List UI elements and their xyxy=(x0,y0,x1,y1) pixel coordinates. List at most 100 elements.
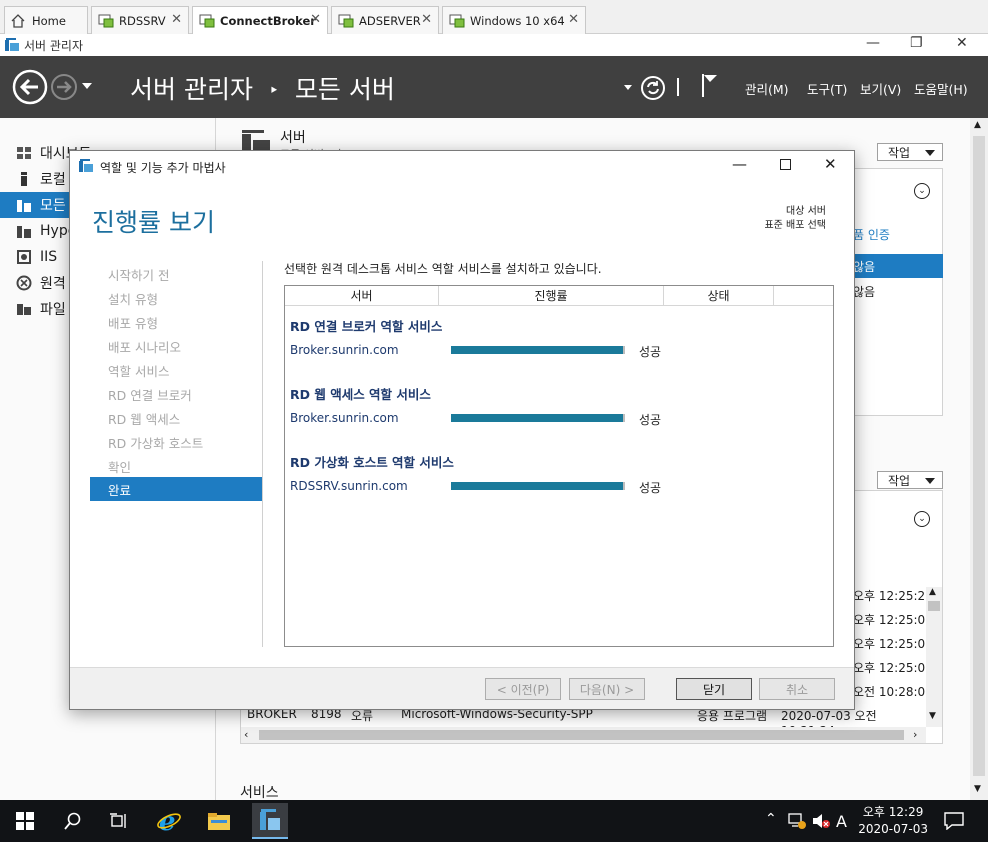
vm-icon xyxy=(449,14,465,28)
vm-icon xyxy=(199,14,215,28)
scroll-right-icon[interactable]: › xyxy=(913,728,917,741)
server-name: Broker.sunrin.com xyxy=(290,343,399,357)
minimize-button[interactable]: — xyxy=(732,155,747,173)
tab-rdssrv[interactable]: RDSSRV ✕ xyxy=(91,6,189,34)
column-header-status[interactable]: 상태 xyxy=(664,286,774,306)
start-button[interactable] xyxy=(12,808,38,834)
scroll-down-icon[interactable]: ▼ xyxy=(974,784,981,794)
scroll-thumb[interactable] xyxy=(928,601,940,611)
back-button[interactable] xyxy=(12,69,48,108)
scroll-thumb[interactable] xyxy=(259,730,904,740)
nav-label: IIS xyxy=(40,249,58,265)
step-item: 설치 유형 xyxy=(108,292,158,307)
ime-indicator[interactable]: A xyxy=(836,812,847,831)
chevron-down-icon xyxy=(925,478,935,484)
expand-icon[interactable]: ⌄ xyxy=(914,183,930,199)
chevron-down-icon xyxy=(925,150,935,156)
events-vscrollbar[interactable]: ▲ ▼ xyxy=(926,587,942,727)
server-name: RDSSRV.sunrin.com xyxy=(290,479,408,493)
column-header-progress[interactable]: 진행률 xyxy=(439,286,664,306)
flag-icon[interactable] xyxy=(700,72,720,101)
menu-manage[interactable]: 관리(M) xyxy=(745,79,789,98)
status-text: 성공 xyxy=(639,481,662,495)
breadcrumb-separator: ‣ xyxy=(268,81,279,101)
tab-label: Home xyxy=(32,13,66,28)
main-vscrollbar[interactable]: ▲ ▼ xyxy=(970,118,988,800)
step-item-current[interactable]: 완료 xyxy=(90,477,262,501)
close-icon[interactable]: ✕ xyxy=(421,12,432,27)
scroll-up-icon[interactable]: ▲ xyxy=(929,587,936,597)
server-manager-titlebar: 서버 관리자 — ❐ ✕ xyxy=(0,34,988,56)
restore-button[interactable]: ❐ xyxy=(910,35,923,51)
event-time: 오후 12:25:07 xyxy=(853,637,933,651)
close-icon[interactable]: ✕ xyxy=(171,12,182,27)
dialog-titlebar: 역할 및 기능 추가 마법사 — ✕ xyxy=(70,151,854,181)
clock-date: 2020-07-03 xyxy=(858,822,928,836)
event-time: 오후 12:25:07 xyxy=(853,661,933,675)
minimize-button[interactable]: — xyxy=(866,35,880,51)
wizard-icon xyxy=(78,158,94,177)
tab-label: RDSSRV xyxy=(119,13,166,28)
server-name: Broker.sunrin.com xyxy=(290,411,399,425)
column-header-server[interactable]: 서버 xyxy=(285,286,439,306)
menu-help[interactable]: 도움말(H) xyxy=(914,79,968,98)
history-dropdown-icon[interactable] xyxy=(82,83,92,89)
breadcrumb-root[interactable]: 서버 관리자 xyxy=(130,75,253,104)
event-time: 오전 10:28:02 xyxy=(853,685,933,699)
event-time: 오후 12:25:22 xyxy=(853,589,933,603)
task-view-icon[interactable] xyxy=(106,808,132,834)
next-button[interactable]: 다음(N) > xyxy=(569,678,645,700)
menu-view[interactable]: 보기(V) xyxy=(860,79,901,98)
server-manager-taskbar-icon[interactable] xyxy=(252,803,288,839)
taskbar: e ⌃ A 오후 12:29 2020-07-03 xyxy=(0,800,988,842)
status-text: 성공 xyxy=(639,345,662,359)
cancel-button[interactable]: 취소 xyxy=(759,678,835,700)
search-icon[interactable] xyxy=(60,808,86,834)
scroll-down-icon[interactable]: ▼ xyxy=(929,711,936,721)
services-heading: 서비스 xyxy=(240,785,279,801)
notification-dropdown-icon[interactable] xyxy=(624,85,632,90)
file-storage-icon xyxy=(16,301,32,317)
events-hscrollbar[interactable]: ‹ › xyxy=(241,727,926,743)
close-button[interactable]: ✕ xyxy=(824,155,837,173)
refresh-icon[interactable] xyxy=(640,75,666,104)
column-label: 진행률 xyxy=(534,289,568,303)
network-icon[interactable] xyxy=(788,813,806,832)
role-group-title: RD 웹 액세스 역할 서비스 xyxy=(290,387,431,402)
file-explorer-icon[interactable] xyxy=(206,808,232,834)
vm-icon xyxy=(98,14,114,28)
step-item: RD 연결 브로커 xyxy=(108,388,192,403)
volume-muted-icon[interactable] xyxy=(812,813,830,832)
close-dialog-button[interactable]: 닫기 xyxy=(676,678,752,700)
tab-windows10[interactable]: Windows 10 x64 ✕ xyxy=(442,6,586,34)
expand-icon[interactable]: ⌄ xyxy=(914,511,930,527)
menu-tools[interactable]: 도구(T) xyxy=(807,79,847,98)
system-clock[interactable]: 오후 12:29 2020-07-03 xyxy=(858,804,928,838)
header-divider xyxy=(677,78,679,96)
activation-column-header[interactable]: 품 인증 xyxy=(853,226,890,243)
scroll-thumb[interactable] xyxy=(973,136,985,776)
maximize-button[interactable] xyxy=(780,159,791,170)
progress-bar xyxy=(451,482,625,490)
scroll-left-icon[interactable]: ‹ xyxy=(244,728,248,741)
servers-heading: 서버 xyxy=(280,130,306,146)
tab-home[interactable]: Home xyxy=(4,6,88,34)
tab-label: ADSERVER xyxy=(359,13,421,28)
task-button-events[interactable]: 작업 xyxy=(877,471,943,489)
server-manager-header: 서버 관리자 ‣ 모든 서버 관리(M) 도구(T) 보기(V) 도움말(H) xyxy=(0,56,988,118)
task-button-servers[interactable]: 작업 xyxy=(877,143,943,161)
tab-adserver[interactable]: ADSERVER ✕ xyxy=(331,6,439,34)
close-icon[interactable]: ✕ xyxy=(568,12,579,27)
close-button[interactable]: ✕ xyxy=(956,35,968,51)
tab-connectbroker[interactable]: ConnectBroker ✕ xyxy=(192,6,328,34)
internet-explorer-icon[interactable]: e xyxy=(156,808,182,834)
tray-chevron-up-icon[interactable]: ⌃ xyxy=(765,811,777,827)
intro-text: 선택한 원격 데스크톱 서비스 역할 서비스를 설치하고 있습니다. xyxy=(284,262,602,276)
close-icon[interactable]: ✕ xyxy=(310,12,321,27)
step-divider xyxy=(262,261,263,647)
notifications-icon[interactable] xyxy=(944,812,964,833)
prev-button[interactable]: < 이전(P) xyxy=(485,678,561,700)
tab-label: ConnectBroker xyxy=(220,13,316,28)
forward-button[interactable] xyxy=(50,73,78,104)
scroll-up-icon[interactable]: ▲ xyxy=(974,120,981,130)
